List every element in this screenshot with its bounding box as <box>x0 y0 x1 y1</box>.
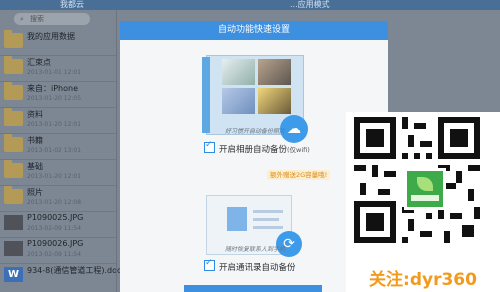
search-placeholder: 搜索 <box>30 15 44 23</box>
list-item[interactable]: W 934-8(通信管道工程).doc <box>0 262 121 289</box>
search-input[interactable]: ⌕ 搜索 <box>14 13 90 25</box>
list-item[interactable]: P1090026.JPG 2013-02-09 11:54 <box>0 236 116 264</box>
file-date: 2013-01-02 13:01 <box>27 147 82 154</box>
wechat-account-logo <box>404 168 446 210</box>
list-item[interactable]: 汇束点 2013-01-01 12:01 <box>0 54 116 82</box>
folder-icon <box>4 160 23 178</box>
photo-album-illustration: ☁ <box>202 55 308 143</box>
album-caption: 好习惯开自动备份照片 <box>224 128 285 135</box>
search-icon: ⌕ <box>20 15 24 23</box>
file-date: 2013-01-20 12:01 <box>27 173 82 180</box>
list-item[interactable]: 书籍 2013-01-02 13:01 <box>0 132 116 160</box>
contacts-backup-label: 开启通讯录自动备份 <box>219 263 296 273</box>
follow-text: 关注:dyr360 <box>369 270 477 290</box>
card-line <box>253 218 279 221</box>
file-name: 照片 <box>27 188 43 197</box>
album-photo <box>258 59 291 85</box>
file-name: 934-8(通信管道工程).doc <box>27 266 122 275</box>
album-photo <box>222 59 255 85</box>
promo-badge: 额外赠送2G容量哦! <box>267 170 331 180</box>
album-backup-label: 开启相册自动备份 <box>219 145 288 155</box>
word-doc-icon: W <box>4 267 23 282</box>
folder-icon <box>4 56 23 74</box>
pane-divider <box>116 10 117 292</box>
photo-thumbnail-icon <box>4 215 23 230</box>
confirm-button[interactable] <box>184 285 322 292</box>
list-item[interactable]: P1090025.JPG 2013-02-09 11:54 <box>0 210 116 238</box>
folder-icon <box>4 134 23 152</box>
album-backup-option[interactable]: 开启相册自动备份(仅wifi) <box>204 140 310 155</box>
leaf-icon <box>417 177 433 191</box>
album-photo <box>222 88 255 114</box>
file-date: 2013-01-20 12:01 <box>27 121 82 128</box>
file-date: 2013-01-20 12:05 <box>27 95 82 102</box>
file-name: 来自：iPhone <box>27 84 79 93</box>
album-backup-checkbox[interactable] <box>204 140 215 153</box>
list-item[interactable]: 我的应用数据 <box>0 28 116 56</box>
file-name: P1090025.JPG <box>27 213 84 222</box>
folder-icon <box>4 186 23 204</box>
file-name: 资料 <box>27 110 43 119</box>
list-item[interactable]: 来自：iPhone 2013-01-20 12:05 <box>0 80 116 108</box>
contact-avatar-icon <box>227 207 247 231</box>
file-date: 2013-01-20 12:08 <box>27 199 82 206</box>
file-name: 基础 <box>27 162 43 171</box>
file-date: 2013-02-09 11:54 <box>27 225 82 232</box>
logo-banner <box>411 195 439 201</box>
contacts-backup-checkbox[interactable] <box>204 258 215 271</box>
right-title: ...应用模式 <box>290 0 330 9</box>
file-name: P1090026.JPG <box>27 239 84 248</box>
contacts-caption: 随时恢复联系人到手机 <box>224 246 285 253</box>
dialog-title: 自动功能快速设置 <box>120 21 388 40</box>
file-name: 汇束点 <box>27 58 51 67</box>
file-name: 我的应用数据 <box>27 32 75 41</box>
list-item[interactable]: 照片 2013-01-20 12:08 <box>0 184 116 212</box>
card-line <box>253 210 283 213</box>
list-item[interactable]: 基础 2013-01-20 12:01 <box>0 158 116 186</box>
left-title: 我都云 <box>60 0 84 9</box>
list-item[interactable]: 资料 2013-01-20 12:01 <box>0 106 116 134</box>
qr-overlay: 关注:dyr360 <box>346 112 500 292</box>
folder-icon <box>4 30 23 48</box>
card-line <box>253 226 283 229</box>
folder-icon <box>4 82 23 100</box>
file-list: 我的应用数据 汇束点 2013-01-01 12:01 来自：iPhone 20… <box>0 28 121 292</box>
wifi-note: (仅wifi) <box>287 146 310 154</box>
top-bar: 我都云 ...应用模式 <box>0 0 500 10</box>
album-spine <box>202 57 210 133</box>
file-name: 书籍 <box>27 136 43 145</box>
folder-icon <box>4 108 23 126</box>
contacts-backup-option[interactable]: 开启通讯录自动备份 <box>204 258 296 273</box>
file-date: 2013-01-01 12:01 <box>27 69 82 76</box>
album-photo <box>258 88 291 114</box>
photo-thumbnail-icon <box>4 241 23 256</box>
file-date: 2013-02-09 11:54 <box>27 251 82 258</box>
